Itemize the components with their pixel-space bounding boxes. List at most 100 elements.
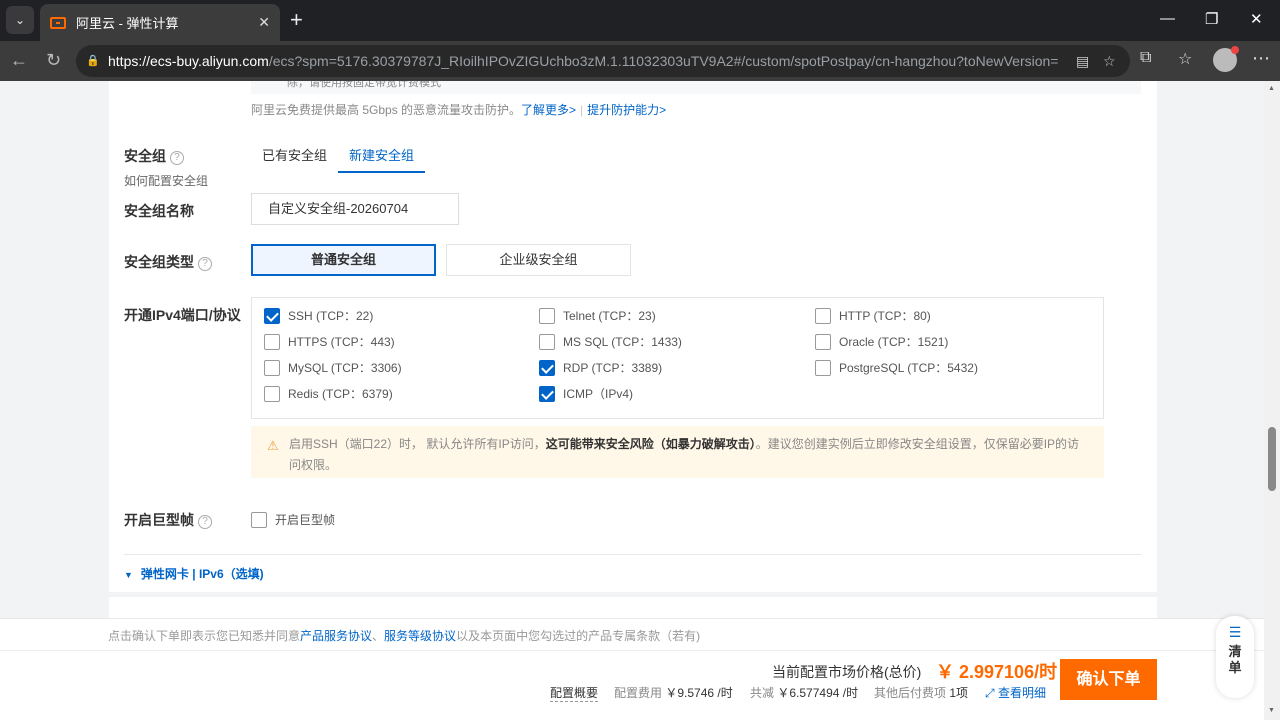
bandwidth-note-text: 除，请使用按固定带宽计费模式 — [287, 81, 441, 89]
type-enterprise-button[interactable]: 企业级安全组 — [446, 244, 631, 276]
config-card: 除，请使用按固定带宽计费模式 阿里云免费提供最高 5Gbps 的恶意流量攻击防护… — [109, 81, 1157, 592]
ddos-note: 阿里云免费提供最高 5Gbps 的恶意流量攻击防护。了解更多> | 提升防护能力> — [251, 103, 667, 117]
favorite-star-icon[interactable]: ☆ — [1103, 53, 1116, 70]
agreement-text-post: 以及本页面中您勾选过的产品专属条款（若有) — [456, 629, 701, 643]
port-option[interactable]: HTTPS (TCP：443) — [264, 333, 395, 350]
learn-more-link[interactable]: 了解更多> — [521, 103, 576, 117]
sla-link[interactable]: 服务等级协议 — [384, 629, 456, 643]
details-icon: ⤢ — [985, 686, 995, 700]
new-tab-plus-icon[interactable]: + — [290, 8, 303, 32]
how-to-configure-link[interactable]: 如何配置安全组 — [124, 172, 208, 189]
jumbo-frame-label: 开启巨型帧? — [124, 510, 212, 530]
tab-new-security-group[interactable]: 新建安全组 — [338, 141, 426, 173]
help-icon[interactable]: ? — [170, 151, 184, 165]
checkbox[interactable] — [815, 307, 831, 324]
help-icon[interactable]: ? — [198, 515, 212, 529]
type-normal-button[interactable]: 普通安全组 — [251, 244, 436, 276]
minimize-icon[interactable]: — — [1160, 10, 1175, 27]
page-scrollbar[interactable]: ▲ ▼ — [1264, 81, 1280, 720]
eni-ipv6-label: 弹性网卡 | IPv6（选填) — [140, 567, 264, 581]
ddos-note-text: 阿里云免费提供最高 5Gbps 的恶意流量攻击防护。 — [251, 103, 522, 117]
profile-avatar[interactable] — [1213, 46, 1239, 72]
port-option-label: ICMP（IPv4) — [563, 387, 634, 401]
port-option-label: HTTP (TCP：80) — [839, 309, 931, 323]
checkbox[interactable] — [815, 359, 831, 376]
reader-mode-icon[interactable]: ▤ — [1076, 53, 1089, 70]
back-arrow-icon[interactable]: ← — [10, 50, 28, 70]
caret-down-icon: ▼ — [124, 570, 133, 580]
lock-icon: 🔒 — [86, 55, 100, 67]
port-option[interactable]: SSH (TCP：22) — [264, 307, 373, 324]
upgrade-protection-link[interactable]: 提升防护能力> — [587, 103, 666, 117]
warning-text-pre: 启用SSH（端口22）时， 默认允许所有IP访问， — [289, 437, 546, 451]
port-option[interactable]: Oracle (TCP：1521) — [815, 333, 948, 350]
agreement-separator: 、 — [372, 629, 385, 643]
browser-tab[interactable]: 阿里云 - 弹性计算 ✕ — [40, 4, 280, 41]
warning-text-bold: 这可能带来安全风险（如暴力破解攻击） — [545, 437, 756, 451]
scroll-down-icon[interactable]: ▼ — [1268, 707, 1275, 714]
list-icon: ☰ — [1228, 624, 1242, 640]
extensions-icon[interactable]: ⧉ — [1140, 49, 1151, 67]
reload-icon[interactable]: ↻ — [46, 50, 61, 70]
checkbox[interactable] — [539, 385, 555, 402]
more-menu-icon[interactable]: ⋯ — [1252, 48, 1270, 69]
port-option[interactable]: PostgreSQL (TCP：5432) — [815, 359, 978, 376]
ssh-warning: ⚠ 启用SSH（端口22）时， 默认允许所有IP访问，这可能带来安全风险（如暴力… — [251, 426, 1104, 478]
checkbox[interactable] — [264, 307, 280, 324]
port-option-label: MySQL (TCP：3306) — [288, 361, 402, 375]
port-option[interactable]: HTTP (TCP：80) — [815, 307, 931, 324]
restore-icon[interactable]: ❐ — [1205, 10, 1218, 28]
port-option-label: RDP (TCP：3389) — [563, 361, 663, 375]
divider — [124, 554, 1141, 555]
security-group-name-input[interactable]: 自定义安全组-20260704 — [251, 193, 459, 225]
other-postpaid-items: 其他后付费项 1项 — [874, 686, 969, 700]
page-content: 除，请使用按固定带宽计费模式 阿里云免费提供最高 5Gbps 的恶意流量攻击防护… — [0, 81, 1264, 720]
port-option[interactable]: RDP (TCP：3389) — [539, 359, 662, 376]
jumbo-frame-checkbox[interactable]: 开启巨型帧 — [251, 511, 335, 528]
eni-ipv6-expander[interactable]: ▼ 弹性网卡 | IPv6（选填) — [124, 565, 264, 582]
cart-list-widget[interactable]: ☰ 清单 — [1216, 616, 1254, 698]
window-close-icon[interactable]: ✕ — [1250, 10, 1263, 28]
checkbox[interactable] — [539, 307, 555, 324]
checkbox[interactable] — [815, 333, 831, 350]
scroll-up-icon[interactable]: ▲ — [1268, 85, 1275, 92]
config-fee: 配置费用 ￥9.5746 /时 — [614, 686, 733, 700]
view-details-link[interactable]: ⤢ 查看明细 — [985, 684, 1046, 701]
port-option[interactable]: ICMP（IPv4) — [539, 385, 633, 402]
url-field[interactable]: 🔒 https://ecs-buy.aliyun.com/ecs?spm=517… — [76, 45, 1130, 77]
config-summary-link[interactable]: 配置概要 — [550, 684, 599, 702]
checkbox[interactable] — [264, 333, 280, 350]
help-icon[interactable]: ? — [198, 257, 212, 271]
ports-box: SSH (TCP：22) Telnet (TCP：23) HTTP (TCP：80)… — [251, 297, 1104, 419]
port-option[interactable]: Telnet (TCP：23) — [539, 307, 656, 324]
port-option-label: Redis (TCP：6379) — [288, 387, 393, 401]
security-group-label: 安全组? — [124, 146, 184, 166]
cart-list-label: 清单 — [1228, 644, 1242, 675]
checkbox[interactable] — [539, 359, 555, 376]
tab-existing-security-group[interactable]: 已有安全组 — [251, 141, 338, 173]
tab-list-chevron-icon[interactable]: ⌄ — [6, 6, 34, 34]
address-bar: ← ↻ 🔒 https://ecs-buy.aliyun.com/ecs?spm… — [0, 41, 1280, 81]
agreement-bar: 点击确认下单即表示您已知悉并同意产品服务协议、服务等级协议以及本页面中您勾选过的… — [0, 618, 1264, 650]
confirm-order-button[interactable]: 确认下单 — [1060, 659, 1157, 700]
port-option-label: MS SQL (TCP：1433) — [563, 335, 682, 349]
security-group-name-label: 安全组名称 — [124, 203, 194, 219]
port-option-label: Oracle (TCP：1521) — [839, 335, 949, 349]
service-agreement-link[interactable]: 产品服务协议 — [300, 629, 372, 643]
favorites-list-icon[interactable]: ☆ — [1178, 49, 1192, 69]
port-option-label: PostgreSQL (TCP：5432) — [839, 361, 978, 375]
checkbox[interactable] — [264, 359, 280, 376]
port-option-label: HTTPS (TCP：443) — [288, 335, 395, 349]
tab-close-icon[interactable]: ✕ — [258, 14, 270, 31]
checkbox[interactable] — [251, 511, 267, 528]
tab-title: 阿里云 - 弹性计算 — [76, 16, 179, 31]
checkbox[interactable] — [539, 333, 555, 350]
checkbox[interactable] — [264, 385, 280, 402]
port-option[interactable]: MySQL (TCP：3306) — [264, 359, 402, 376]
port-option[interactable]: Redis (TCP：6379) — [264, 385, 393, 402]
scrollbar-thumb[interactable] — [1268, 427, 1276, 491]
port-option-label: Telnet (TCP：23) — [563, 309, 656, 323]
warning-icon: ⚠ — [267, 438, 279, 453]
ports-label: 开通IPv4端口/协议 — [124, 307, 241, 323]
port-option[interactable]: MS SQL (TCP：1433) — [539, 333, 682, 350]
